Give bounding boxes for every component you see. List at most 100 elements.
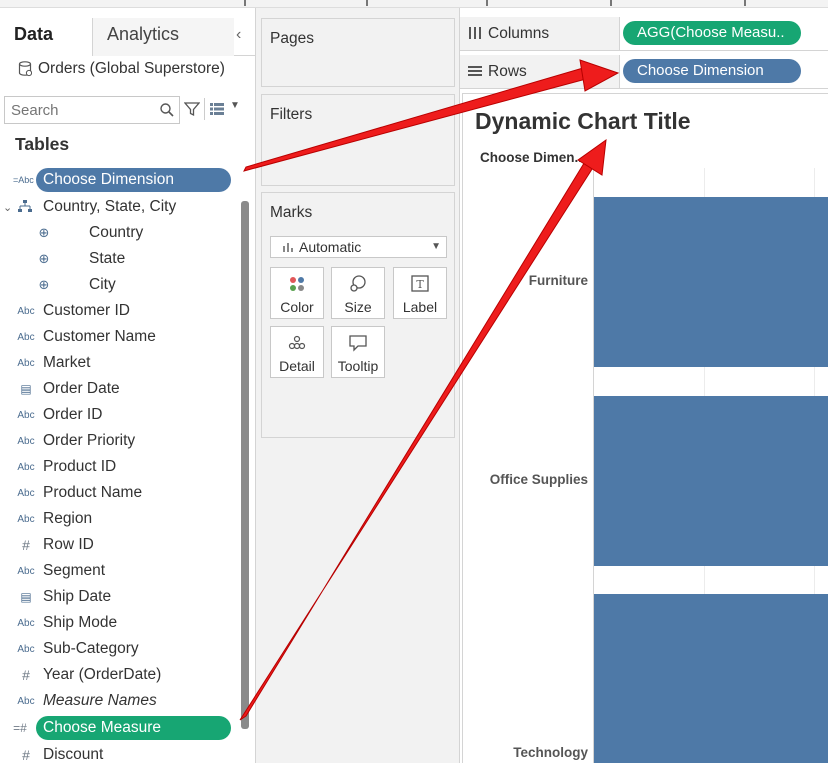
field-order-priority[interactable]: Abc Order Priority bbox=[0, 428, 240, 454]
marks-label-button[interactable]: T Label bbox=[393, 267, 447, 319]
bar[interactable] bbox=[594, 395, 828, 566]
field-row-id[interactable]: # Row ID bbox=[0, 532, 240, 558]
marks-label-label: Label bbox=[402, 299, 438, 315]
chart-view[interactable]: Dynamic Chart Title Choose Dimen.. Furni… bbox=[462, 93, 828, 763]
field-year-orderdate[interactable]: # Year (OrderDate) bbox=[0, 662, 240, 688]
toolbar-tick bbox=[486, 0, 488, 6]
field-ship-mode[interactable]: Abc Ship Mode bbox=[0, 610, 240, 636]
globe-icon: ⊕ bbox=[38, 277, 50, 292]
tooltip-icon bbox=[349, 335, 367, 352]
field-country[interactable]: ⊕ Country bbox=[0, 220, 240, 246]
abc-icon: =Abc bbox=[13, 175, 34, 185]
field-label: Country, State, City bbox=[43, 198, 177, 215]
field-order-date[interactable]: ▤ Order Date bbox=[0, 376, 240, 402]
field-state[interactable]: ⊕ State bbox=[0, 246, 240, 272]
filter-icon[interactable] bbox=[184, 101, 200, 117]
calendar-icon: ▤ bbox=[20, 382, 32, 396]
label-icon: T bbox=[411, 275, 429, 292]
mark-type-value: Automatic bbox=[299, 239, 362, 255]
svg-text:T: T bbox=[416, 278, 424, 291]
abc-icon: Abc bbox=[17, 435, 35, 447]
field-choose-measure[interactable]: =# Choose Measure bbox=[0, 715, 240, 741]
tab-data[interactable]: Data bbox=[0, 18, 92, 56]
abc-icon: Abc bbox=[17, 513, 35, 525]
field-label: Order Date bbox=[43, 380, 120, 397]
rows-icon bbox=[468, 66, 482, 76]
search-input[interactable] bbox=[5, 97, 155, 123]
field-label: Order Priority bbox=[43, 432, 136, 449]
marks-detail-button[interactable]: Detail bbox=[270, 326, 324, 378]
field-label: Customer ID bbox=[43, 302, 130, 319]
marks-tooltip-button[interactable]: Tooltip bbox=[331, 326, 385, 378]
field-label: City bbox=[89, 276, 116, 293]
marks-card: Marks Automatic ▼ Color Size T Label Det… bbox=[261, 192, 455, 438]
field-product-id[interactable]: Abc Product ID bbox=[0, 454, 240, 480]
bar[interactable] bbox=[594, 197, 828, 367]
field-product-name[interactable]: Abc Product Name bbox=[0, 480, 240, 506]
field-label: Region bbox=[43, 510, 93, 527]
hash-icon: # bbox=[22, 747, 30, 763]
chart-title: Dynamic Chart Title bbox=[475, 108, 691, 134]
top-toolbar-strip bbox=[0, 0, 828, 8]
abc-icon: Abc bbox=[17, 305, 35, 317]
list-view-icon[interactable] bbox=[210, 103, 224, 115]
marks-size-label: Size bbox=[344, 299, 372, 315]
toolbar-tick bbox=[744, 0, 746, 6]
abc-icon: Abc bbox=[17, 487, 35, 499]
field-list-scrollbar[interactable] bbox=[241, 201, 249, 729]
field-measure-names[interactable]: Abc Measure Names bbox=[0, 688, 240, 714]
field-sub-category[interactable]: Abc Sub-Category bbox=[0, 636, 240, 662]
chevron-down-icon[interactable]: ▼ bbox=[431, 237, 441, 257]
field-customer-name[interactable]: Abc Customer Name bbox=[0, 324, 240, 350]
field-customer-id[interactable]: Abc Customer ID bbox=[0, 298, 240, 324]
data-source[interactable]: Orders (Global Superstore) bbox=[18, 58, 225, 80]
field-city[interactable]: ⊕ City bbox=[0, 272, 240, 298]
chevron-down-icon[interactable]: ⌄ bbox=[3, 201, 12, 214]
field-label: Ship Date bbox=[43, 588, 112, 605]
filters-title: Filters bbox=[270, 106, 313, 123]
tab-analytics[interactable]: Analytics bbox=[92, 18, 234, 56]
field-region[interactable]: Abc Region bbox=[0, 506, 240, 532]
field-label: Measure Names bbox=[43, 692, 157, 709]
bar-chart-icon bbox=[283, 243, 293, 252]
field-label: Choose Dimension bbox=[36, 168, 231, 192]
tables-header: Tables bbox=[15, 134, 70, 154]
toolbar-tick bbox=[366, 0, 368, 6]
field-label: Order ID bbox=[43, 406, 103, 423]
rows-shelf-label: Rows bbox=[460, 55, 620, 88]
rows-pill-choose-dimension[interactable]: Choose Dimension bbox=[623, 59, 801, 83]
bar[interactable] bbox=[594, 594, 828, 763]
pages-card[interactable]: Pages bbox=[261, 18, 455, 87]
field-choose-dimension[interactable]: =Abc Choose Dimension bbox=[0, 167, 240, 193]
field-label: Sub-Category bbox=[43, 640, 139, 657]
marks-color-button[interactable]: Color bbox=[270, 267, 324, 319]
field-segment[interactable]: Abc Segment bbox=[0, 558, 240, 584]
field-discount[interactable]: # Discount bbox=[0, 742, 240, 763]
pane-tabs: Data Analytics ‹ bbox=[0, 18, 256, 56]
field-hierarchy-country-state-city[interactable]: ⌄ Country, State, City bbox=[0, 194, 240, 220]
search-icon[interactable] bbox=[159, 102, 175, 118]
marks-tooltip-label: Tooltip bbox=[337, 358, 379, 374]
color-icon bbox=[290, 277, 304, 291]
category-label: Office Supplies bbox=[489, 471, 588, 487]
collapse-pane-icon[interactable]: ‹ bbox=[236, 26, 241, 44]
columns-shelf[interactable]: Columns AGG(Choose Measu.. bbox=[460, 17, 828, 51]
columns-pill-choose-measure[interactable]: AGG(Choose Measu.. bbox=[623, 21, 801, 45]
search-box[interactable] bbox=[4, 96, 180, 124]
field-label: Discount bbox=[43, 746, 104, 763]
field-order-id[interactable]: Abc Order ID bbox=[0, 402, 240, 428]
field-ship-date[interactable]: ▤ Ship Date bbox=[0, 584, 240, 610]
size-icon bbox=[350, 275, 366, 292]
field-label: Choose Measure bbox=[36, 716, 231, 740]
field-market[interactable]: Abc Market bbox=[0, 350, 240, 376]
marks-detail-label: Detail bbox=[279, 358, 315, 374]
category-label: Technology bbox=[513, 745, 588, 761]
mark-type-dropdown[interactable]: Automatic ▼ bbox=[270, 236, 447, 258]
abc-icon: Abc bbox=[17, 565, 35, 577]
rows-shelf[interactable]: Rows Choose Dimension bbox=[460, 55, 828, 89]
field-label: Product ID bbox=[43, 458, 117, 475]
field-label: Row ID bbox=[43, 536, 94, 553]
chevron-down-icon[interactable]: ▼ bbox=[230, 100, 240, 111]
marks-size-button[interactable]: Size bbox=[331, 267, 385, 319]
filters-card[interactable]: Filters bbox=[261, 94, 455, 186]
